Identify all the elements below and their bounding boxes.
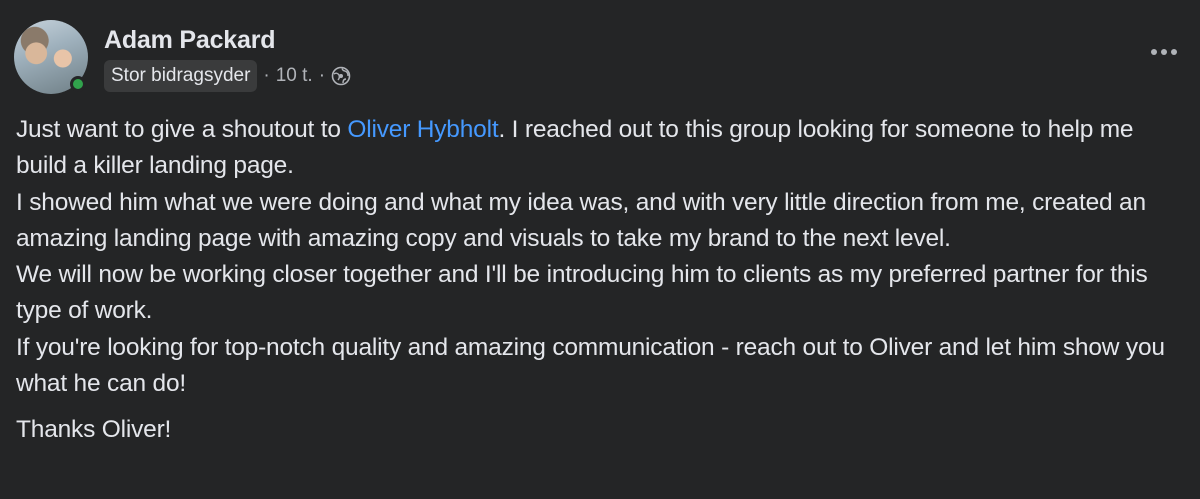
post-timestamp[interactable]: 10 t. [276, 65, 313, 87]
post-text: Just want to give a shoutout to [16, 116, 348, 143]
post-paragraph: Just want to give a shoutout to Oliver H… [16, 112, 1188, 185]
post-paragraph: I showed him what we were doing and what… [16, 188, 1146, 252]
post-paragraph: We will now be working closer together a… [16, 261, 1148, 325]
contributor-badge[interactable]: Stor bidragsyder [104, 60, 258, 92]
meta-separator: · [263, 65, 270, 86]
more-options-button[interactable] [1146, 42, 1182, 62]
more-dot-icon [1151, 49, 1157, 55]
post-body: Just want to give a shoutout to Oliver H… [16, 112, 1188, 449]
more-dot-icon [1171, 49, 1177, 55]
post-paragraph: If you're looking for top-notch quality … [16, 333, 1165, 398]
meta-separator: · [318, 65, 326, 86]
post-meta: Stor bidragsyder · 10 t. · [104, 60, 351, 92]
post-card: Adam Packard Stor bidragsyder · 10 t. · … [0, 0, 1200, 499]
globe-icon[interactable] [331, 66, 351, 86]
author-name[interactable]: Adam Packard [104, 26, 275, 55]
avatar-container[interactable] [14, 20, 88, 94]
post-paragraph: Thanks Oliver! [16, 416, 172, 444]
mention-link[interactable]: Oliver Hybholt [347, 116, 498, 143]
online-status-indicator [70, 76, 86, 92]
more-dot-icon [1161, 49, 1167, 55]
